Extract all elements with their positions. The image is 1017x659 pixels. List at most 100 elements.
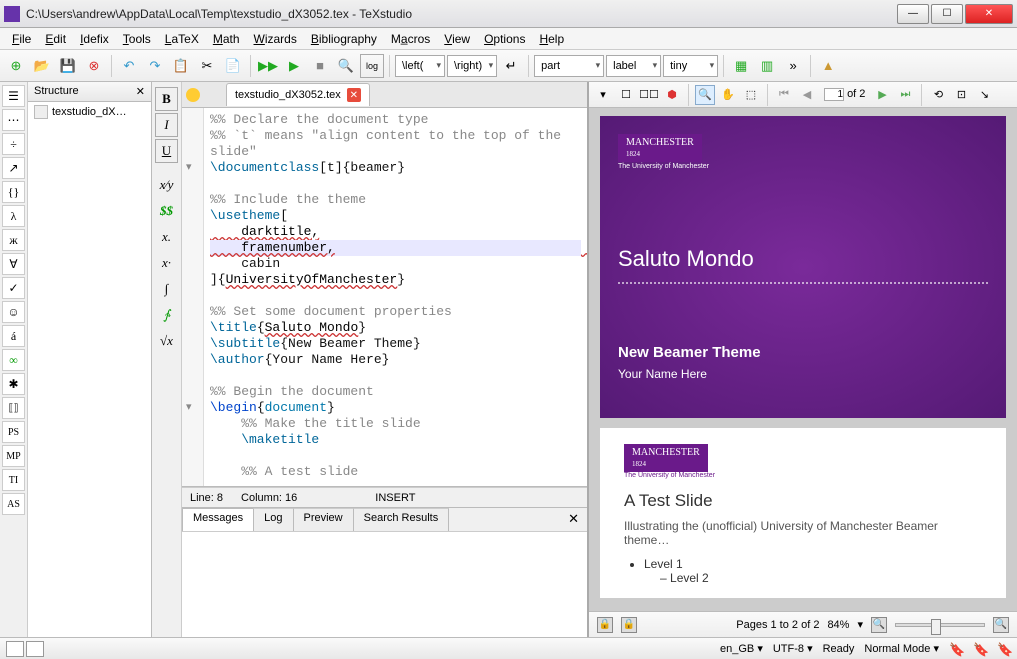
undo-button[interactable]: ↶ bbox=[117, 54, 141, 78]
symbol-forall-icon[interactable]: ∀ bbox=[2, 253, 25, 275]
zoom-out-icon[interactable]: 🔍 bbox=[871, 617, 887, 633]
menu-macros[interactable]: Ma̲cros bbox=[385, 30, 436, 48]
preview-pdf-icon[interactable]: ⬢ bbox=[662, 85, 682, 105]
tab-close-icon[interactable]: ✕ bbox=[347, 88, 361, 102]
save-button[interactable]: 💾 bbox=[56, 54, 80, 78]
language-indicator[interactable]: en_GB ▾ bbox=[720, 642, 763, 655]
subscript-button[interactable]: x. bbox=[155, 225, 178, 249]
symbol-divide-icon[interactable]: ÷ bbox=[2, 133, 25, 155]
encoding-indicator[interactable]: UTF-8 ▾ bbox=[773, 642, 813, 655]
symbol-cyrillic-icon[interactable]: ж bbox=[2, 229, 25, 251]
menu-view[interactable]: View bbox=[438, 30, 476, 48]
bookmark-icon[interactable]: 🔖 bbox=[997, 642, 1011, 656]
bookmark-indicator-icon[interactable] bbox=[186, 88, 200, 102]
fold-icon[interactable]: ▾ bbox=[186, 160, 192, 173]
compile-button[interactable]: ▶ bbox=[282, 54, 306, 78]
minimize-button[interactable]: — bbox=[897, 4, 929, 24]
preview-prev-icon[interactable]: ◀ bbox=[797, 85, 817, 105]
preview-sync-icon[interactable]: ⟲ bbox=[928, 85, 948, 105]
cut-button[interactable]: ✂ bbox=[195, 54, 219, 78]
zoom-in-icon[interactable]: 🔍 bbox=[993, 617, 1009, 633]
code-content[interactable]: %% Declare the document type %% `t` mean… bbox=[204, 108, 587, 486]
menu-latex[interactable]: LaTeX bbox=[159, 30, 205, 48]
symbol-lambda-icon[interactable]: λ bbox=[2, 205, 25, 227]
newline-button[interactable]: ↵ bbox=[499, 54, 523, 78]
close-button[interactable]: ✕ bbox=[965, 4, 1013, 24]
symbol-dots-icon[interactable]: ⋯ bbox=[2, 109, 25, 131]
ref-combo[interactable]: label bbox=[606, 55, 661, 77]
symbol-arrow-icon[interactable]: ↗ bbox=[2, 157, 25, 179]
preview-select-icon[interactable]: ⬚ bbox=[741, 85, 761, 105]
tab-log[interactable]: Log bbox=[253, 508, 293, 531]
copy-button[interactable]: 📋 bbox=[169, 54, 193, 78]
menu-idefix[interactable]: Idefix bbox=[74, 30, 115, 48]
tab-messages[interactable]: Messages bbox=[182, 508, 254, 531]
symbol-aacute-icon[interactable]: á bbox=[2, 325, 25, 347]
preview-zoom-icon[interactable]: 🔍 bbox=[695, 85, 715, 105]
page-input[interactable] bbox=[824, 88, 844, 101]
expand-toolbar-button[interactable]: » bbox=[781, 54, 805, 78]
lock-icon[interactable]: 🔒 bbox=[597, 617, 613, 633]
symbol-as-icon[interactable]: AS bbox=[2, 493, 25, 515]
file-tab[interactable]: texstudio_dX3052.tex ✕ bbox=[226, 83, 370, 106]
zoom-dropdown-icon[interactable]: ▾ bbox=[857, 618, 863, 631]
paste-button[interactable]: 📄 bbox=[221, 54, 245, 78]
bookmark-icon[interactable]: 🔖 bbox=[973, 642, 987, 656]
preview-config-icon[interactable]: ▾ bbox=[593, 85, 613, 105]
menu-tools[interactable]: Tools bbox=[117, 30, 157, 48]
structure-item[interactable]: texstudio_dX… bbox=[28, 102, 151, 122]
sqrt-button[interactable]: √x bbox=[155, 329, 178, 353]
symbol-infinity-icon[interactable]: ∞ bbox=[2, 349, 25, 371]
new-file-button[interactable]: ⊕ bbox=[4, 54, 28, 78]
underline-button[interactable]: U bbox=[155, 139, 178, 163]
layout-button-2[interactable] bbox=[26, 641, 44, 657]
preview-fit-icon[interactable]: ⊡ bbox=[951, 85, 971, 105]
bookmark-icon[interactable]: 🔖 bbox=[949, 642, 963, 656]
table2-button[interactable]: ▥ bbox=[755, 54, 779, 78]
menu-options[interactable]: Options bbox=[478, 30, 531, 48]
superscript-button[interactable]: x· bbox=[155, 251, 178, 275]
preview-first-icon[interactable]: ⏮ bbox=[774, 85, 794, 105]
dollar-button[interactable]: $$ bbox=[155, 199, 178, 223]
preview-continuous-icon[interactable]: ☐☐ bbox=[639, 85, 659, 105]
symbol-star-icon[interactable]: ✱ bbox=[2, 373, 25, 395]
structure-view-icon[interactable]: ☰ bbox=[2, 85, 25, 107]
symbol-smiley-icon[interactable]: ☺ bbox=[2, 301, 25, 323]
view-pdf-button[interactable]: 🔍 bbox=[334, 54, 358, 78]
open-file-button[interactable]: 📂 bbox=[30, 54, 54, 78]
menu-help[interactable]: Help bbox=[533, 30, 570, 48]
zoom-slider[interactable] bbox=[895, 623, 985, 627]
symbol-brackets-icon[interactable]: ⟦⟧ bbox=[2, 397, 25, 419]
preview-hand-icon[interactable]: ✋ bbox=[718, 85, 738, 105]
menu-math[interactable]: Math bbox=[207, 30, 246, 48]
int-button[interactable]: ∫ bbox=[155, 277, 178, 301]
maximize-button[interactable]: ☐ bbox=[931, 4, 963, 24]
preview-body[interactable]: MANCHESTER1824 The University of Manches… bbox=[589, 108, 1017, 611]
preview-pages-icon[interactable]: ☐ bbox=[616, 85, 636, 105]
section-combo[interactable]: part bbox=[534, 55, 604, 77]
close-file-button[interactable]: ⊗ bbox=[82, 54, 106, 78]
mode-indicator[interactable]: Normal Mode ▾ bbox=[864, 642, 939, 655]
menu-bibliography[interactable]: Bibliography bbox=[305, 30, 383, 48]
frac-button[interactable]: x⁄y bbox=[155, 173, 178, 197]
stop-button[interactable]: ■ bbox=[308, 54, 332, 78]
redo-button[interactable]: ↷ bbox=[143, 54, 167, 78]
messages-close-icon[interactable]: ✕ bbox=[560, 508, 587, 531]
structure-close-icon[interactable]: ✕ bbox=[136, 85, 145, 98]
preview-next-icon[interactable]: ▶ bbox=[872, 85, 892, 105]
symbol-ps-icon[interactable]: PS bbox=[2, 421, 25, 443]
spellcheck-button[interactable]: ▲ bbox=[816, 54, 840, 78]
code-editor[interactable]: ▾ ▾ %% Declare the document type %% `t` … bbox=[182, 108, 587, 487]
bold-button[interactable]: B bbox=[155, 87, 178, 111]
lock-icon[interactable]: 🔒 bbox=[621, 617, 637, 633]
left-delim-combo[interactable]: \left( bbox=[395, 55, 445, 77]
size-combo[interactable]: tiny bbox=[663, 55, 718, 77]
preview-last-icon[interactable]: ⏭ bbox=[895, 85, 915, 105]
layout-button-1[interactable] bbox=[6, 641, 24, 657]
view-log-button[interactable]: log bbox=[360, 54, 384, 78]
menu-wizards[interactable]: Wizards bbox=[248, 30, 303, 48]
tab-search-results[interactable]: Search Results bbox=[353, 508, 450, 531]
symbol-check-icon[interactable]: ✓ bbox=[2, 277, 25, 299]
italic-button[interactable]: I bbox=[155, 113, 178, 137]
symbol-mp-icon[interactable]: MP bbox=[2, 445, 25, 467]
